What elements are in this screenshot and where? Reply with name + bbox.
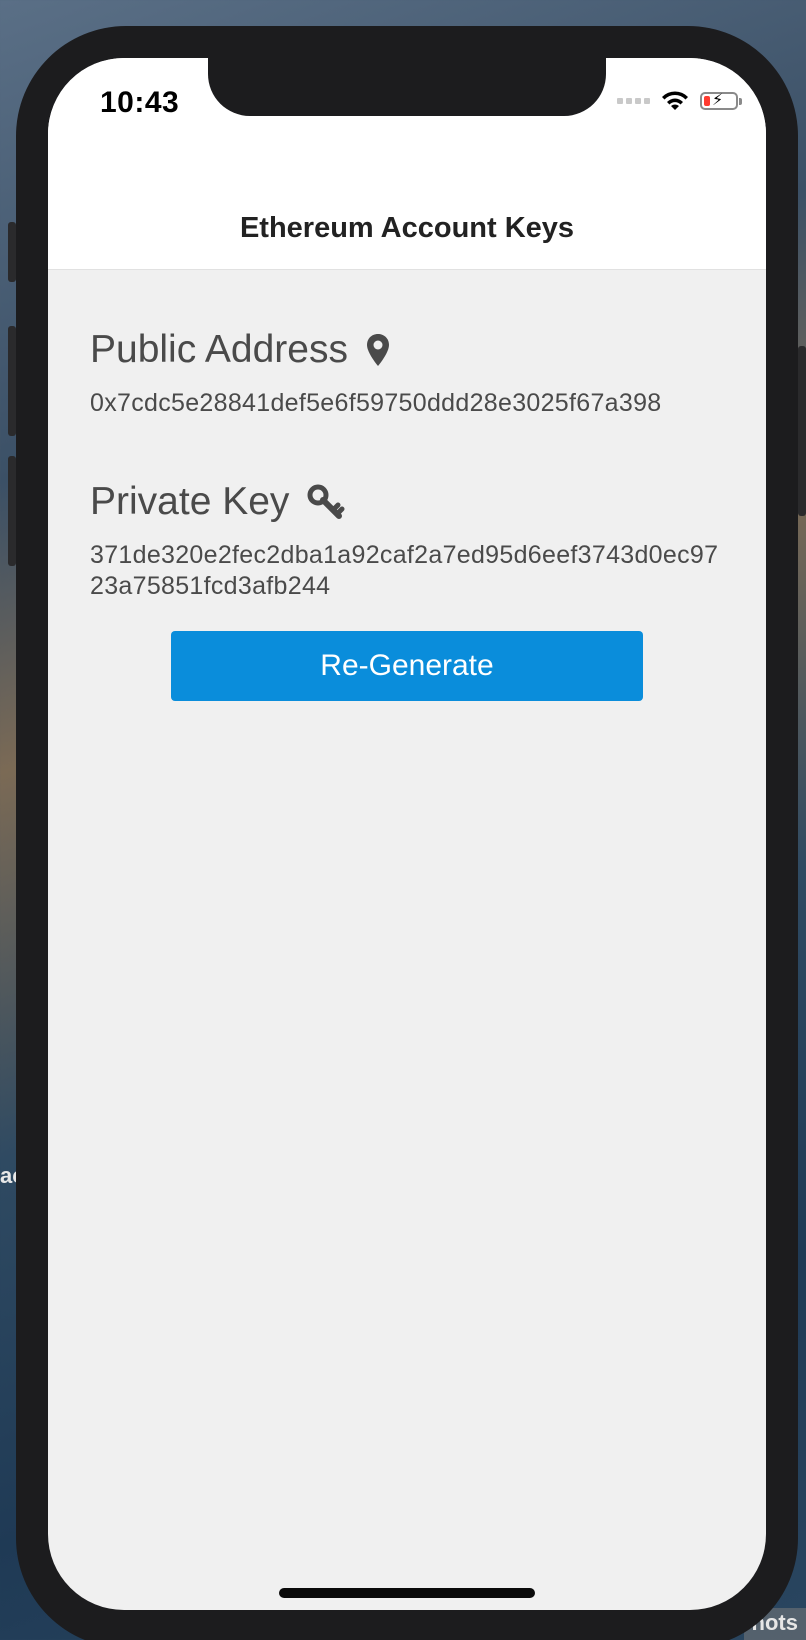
private-key-value: 371de320e2fec2dba1a92caf2a7ed95d6eef3743…	[90, 541, 719, 600]
map-marker-icon	[366, 334, 389, 366]
key-icon	[307, 484, 345, 519]
public-address-heading: Public Address	[90, 320, 730, 380]
public-address-label: Public Address	[90, 328, 348, 371]
volume-down-button	[8, 456, 16, 566]
status-bar: 10:43 ⚡	[48, 58, 766, 148]
public-address-section: Public Address 0x7cdc5e28841def5e6f59750…	[90, 320, 730, 419]
navigation-bar: Ethereum Account Keys	[48, 148, 766, 270]
battery-charging-icon: ⚡	[700, 92, 742, 110]
wifi-icon	[662, 91, 688, 110]
device-notch	[208, 58, 606, 116]
signal-dots-icon	[617, 98, 650, 104]
private-key-heading: Private Key	[90, 472, 730, 532]
status-icons: ⚡	[617, 90, 742, 112]
regenerate-button[interactable]: Re-Generate	[171, 631, 643, 701]
volume-up-button	[8, 326, 16, 436]
public-address-value: 0x7cdc5e28841def5e6f59750ddd28e3025f67a3…	[90, 389, 662, 417]
private-key-section: Private Key 371de320e2fec2dba1a92caf2a7e…	[90, 472, 730, 602]
power-button	[798, 346, 806, 516]
mute-switch	[8, 222, 16, 282]
page-title: Ethereum Account Keys	[239, 212, 575, 244]
device-screen: 10:43 ⚡ Ethereum Account Keys Public Add…	[48, 58, 766, 1610]
status-time: 10:43	[100, 86, 180, 119]
private-key-label: Private Key	[90, 480, 290, 523]
battery-level	[704, 96, 710, 106]
keys-content: Public Address 0x7cdc5e28841def5e6f59750…	[90, 270, 730, 602]
home-indicator[interactable]	[279, 1588, 535, 1598]
